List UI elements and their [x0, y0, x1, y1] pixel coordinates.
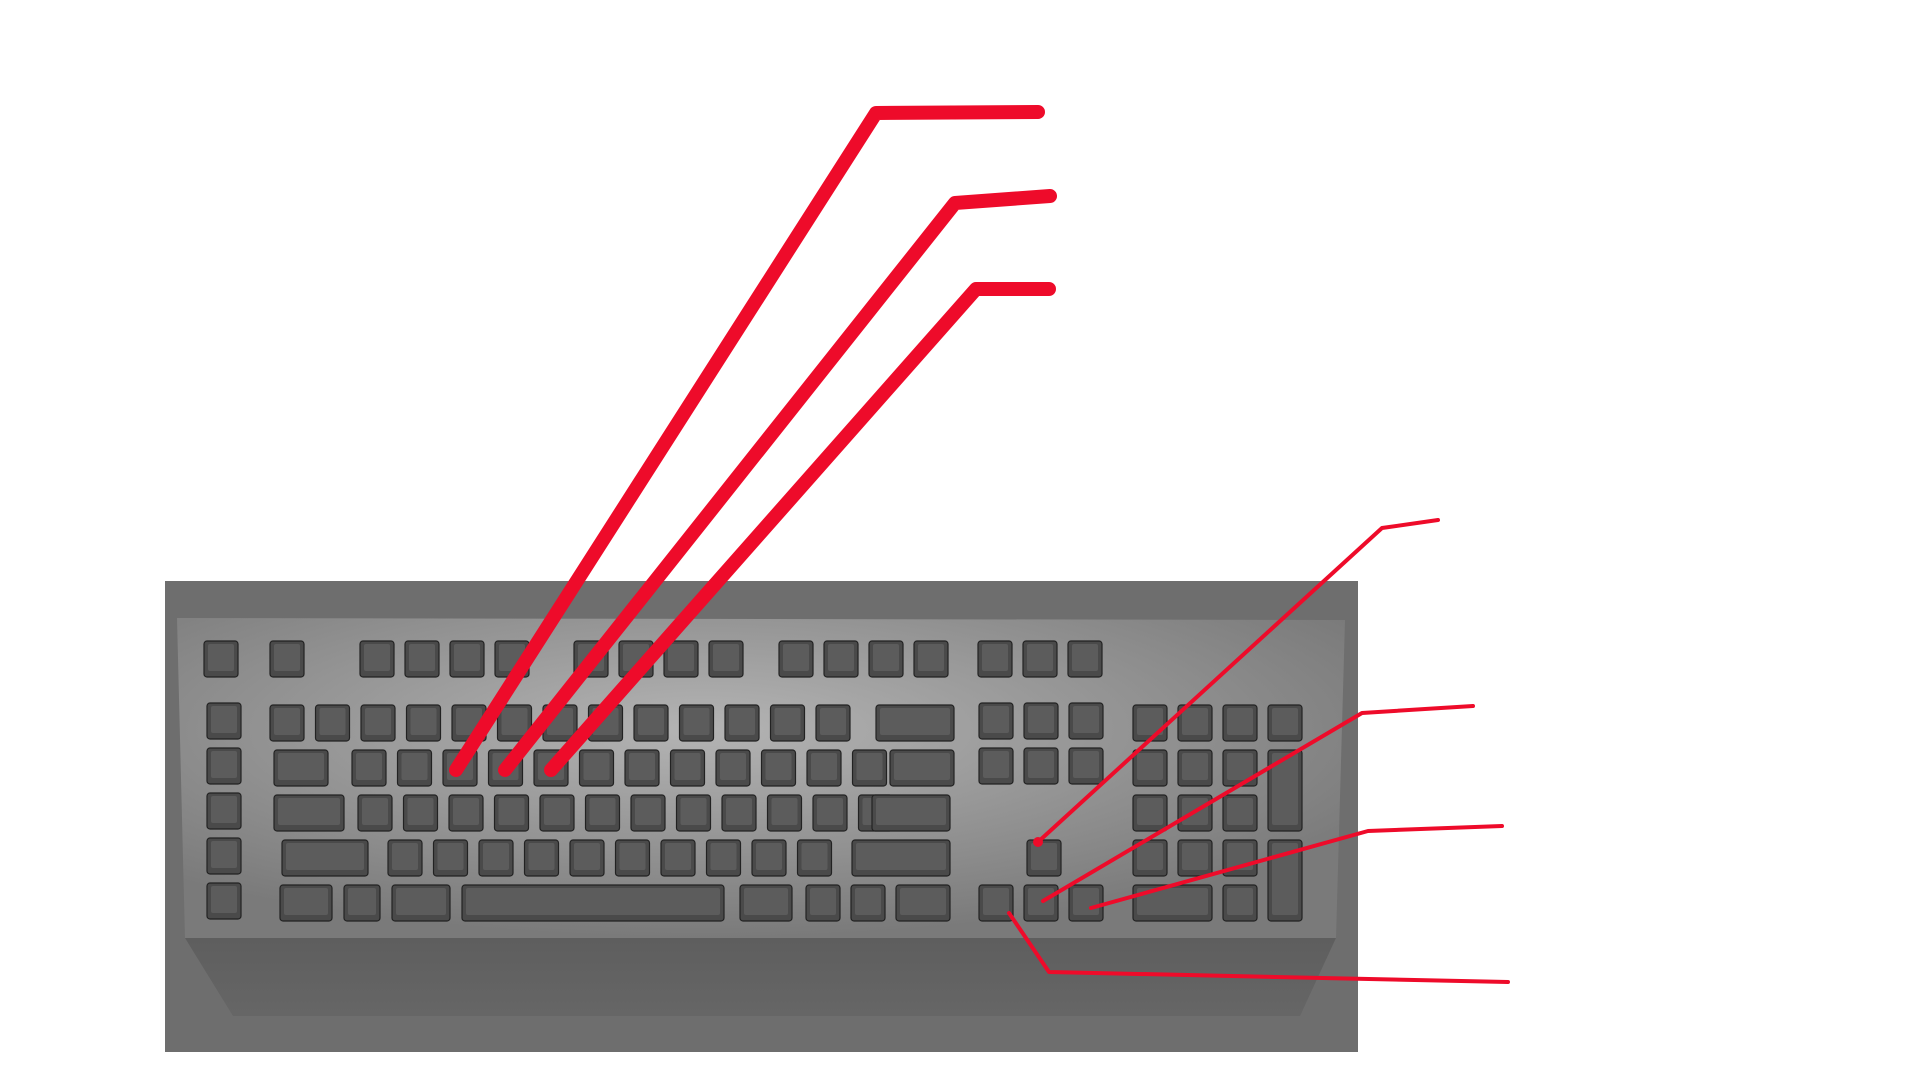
key [448, 794, 484, 832]
keyboard [165, 581, 1358, 1052]
key [203, 640, 239, 678]
key [778, 640, 814, 678]
key [1067, 640, 1103, 678]
key [1132, 704, 1168, 742]
key [1026, 839, 1062, 877]
key [1222, 794, 1258, 832]
key [523, 839, 560, 877]
key [1222, 704, 1258, 742]
key [206, 747, 242, 785]
key [449, 640, 485, 678]
key [539, 794, 575, 832]
key [432, 839, 469, 877]
key [281, 839, 369, 877]
key [1023, 884, 1059, 922]
key [660, 839, 696, 877]
key [402, 794, 439, 832]
key [851, 839, 951, 877]
key [1132, 884, 1213, 922]
key [769, 704, 806, 742]
key [461, 884, 725, 922]
key [978, 702, 1014, 740]
key [405, 704, 442, 742]
key [889, 749, 955, 787]
key [269, 704, 305, 742]
key [359, 640, 395, 678]
key [669, 749, 706, 787]
key [396, 749, 433, 787]
key [724, 704, 760, 742]
key [206, 792, 242, 830]
key [630, 794, 666, 832]
key [868, 640, 904, 678]
key [796, 839, 833, 877]
key [978, 747, 1014, 785]
keyboard-diagram [165, 105, 1510, 1052]
leader-dot-4 [1033, 837, 1043, 847]
key [850, 884, 886, 922]
key [760, 749, 797, 787]
key [387, 839, 423, 877]
key [279, 884, 333, 922]
key [1132, 749, 1168, 787]
key [404, 640, 440, 678]
key [1222, 884, 1258, 922]
key [705, 839, 742, 877]
key [875, 704, 955, 742]
key [584, 794, 621, 832]
key [1177, 749, 1213, 787]
key [1068, 747, 1104, 785]
key [206, 882, 242, 920]
key [269, 640, 305, 678]
key [715, 749, 751, 787]
key [1267, 749, 1303, 832]
key [913, 640, 949, 678]
key [624, 749, 660, 787]
key [708, 640, 744, 678]
key [851, 749, 888, 787]
key [314, 704, 351, 742]
key [633, 704, 669, 742]
key [1177, 839, 1213, 877]
key [1023, 702, 1059, 740]
key [871, 794, 951, 832]
key [1222, 749, 1258, 787]
key [766, 794, 803, 832]
key [1267, 704, 1303, 742]
key [357, 794, 393, 832]
key [206, 702, 242, 740]
key [806, 749, 842, 787]
key [751, 839, 787, 877]
key [1023, 747, 1059, 785]
key [805, 884, 841, 922]
key [815, 704, 851, 742]
keyboard-front-face [185, 938, 1336, 1016]
key [1132, 794, 1168, 832]
key [1068, 702, 1104, 740]
key [493, 794, 530, 832]
key [343, 884, 381, 922]
key [739, 884, 793, 922]
key [478, 839, 514, 877]
key [1022, 640, 1058, 678]
key [978, 884, 1014, 922]
key [977, 640, 1013, 678]
key [360, 704, 396, 742]
key [823, 640, 859, 678]
key [569, 839, 605, 877]
key [895, 884, 951, 922]
key [273, 794, 345, 832]
key [578, 749, 615, 787]
key [675, 794, 712, 832]
key [391, 884, 451, 922]
key [1068, 884, 1104, 922]
key [206, 837, 242, 875]
key [351, 749, 387, 787]
key [273, 749, 329, 787]
key [614, 839, 651, 877]
key [721, 794, 757, 832]
key [678, 704, 715, 742]
key [812, 794, 848, 832]
